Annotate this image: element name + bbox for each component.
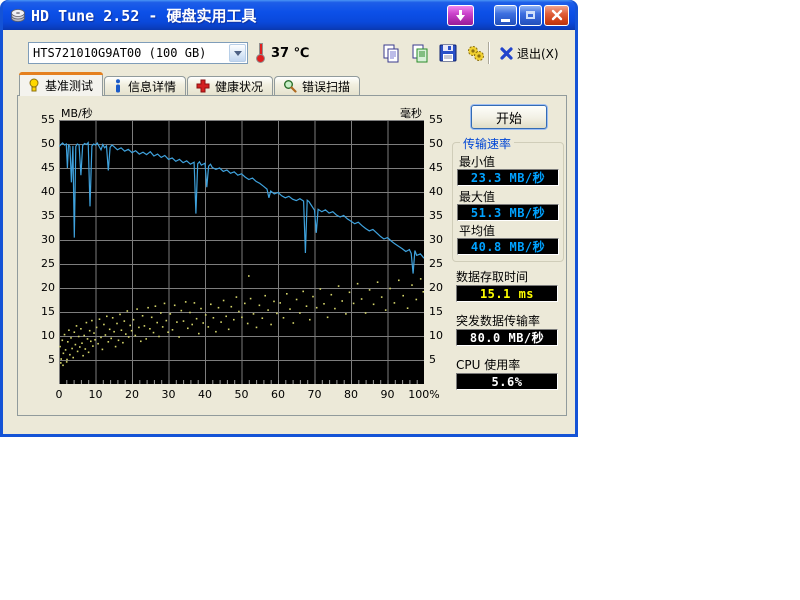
title-bar: HD Tune 2.52 - 硬盘实用工具 bbox=[3, 0, 575, 30]
window-title: HD Tune 2.52 - 硬盘实用工具 bbox=[31, 5, 447, 26]
exit-button[interactable]: 退出(X) bbox=[495, 40, 563, 66]
transfer-rate-group-title: 传输速率 bbox=[460, 135, 514, 152]
y-axis-tick-right: 25 bbox=[429, 257, 455, 270]
y-axis-tick-left: 5 bbox=[29, 353, 55, 366]
y-axis-tick-right: 20 bbox=[429, 281, 455, 294]
health-cross-icon bbox=[196, 79, 210, 93]
y-axis-tick-left: 25 bbox=[29, 257, 55, 270]
tab-info[interactable]: 信息详情 bbox=[104, 76, 186, 96]
y-axis-tick-left: 35 bbox=[29, 209, 55, 222]
x-axis-tick: 60 bbox=[258, 388, 298, 401]
max-value: 51.3 MB/秒 bbox=[457, 204, 559, 221]
y-axis-tick-left: 10 bbox=[29, 329, 55, 342]
drive-select-value: HTS721010G9AT00 (100 GB) bbox=[29, 46, 229, 60]
y-axis-tick-left: 20 bbox=[29, 281, 55, 294]
tab-bar: 基准测试 信息详情 健康状况 错误扫描 bbox=[19, 72, 361, 96]
y-axis-tick-left: 55 bbox=[29, 113, 55, 126]
y-axis-tick-left: 15 bbox=[29, 305, 55, 318]
min-label: 最小值 bbox=[459, 153, 495, 170]
exit-label: 退出(X) bbox=[517, 45, 559, 62]
right-axis-title: 毫秒 bbox=[400, 105, 422, 121]
y-axis-tick-left: 50 bbox=[29, 137, 55, 150]
y-axis-tick-left: 30 bbox=[29, 233, 55, 246]
toolbar-separator bbox=[488, 42, 490, 64]
benchmark-tab-panel: MB/秒 毫秒 55101015152020252530303535404045… bbox=[17, 95, 567, 416]
app-window: HD Tune 2.52 - 硬盘实用工具 HTS721010G9AT00 (1… bbox=[0, 0, 578, 437]
start-button[interactable]: 开始 bbox=[471, 105, 547, 129]
magnifier-icon bbox=[283, 79, 297, 93]
tab-benchmark-label: 基准测试 bbox=[45, 77, 93, 94]
tab-error-scan[interactable]: 错误扫描 bbox=[274, 76, 360, 96]
y-axis-tick-right: 5 bbox=[429, 353, 455, 366]
x-axis-tick: 50 bbox=[222, 388, 262, 401]
x-axis-tick: 100% bbox=[404, 388, 444, 401]
minimize-button[interactable] bbox=[494, 5, 517, 26]
left-axis-title: MB/秒 bbox=[61, 105, 93, 121]
temperature-readout: 37 ℃ bbox=[271, 46, 309, 61]
plot-area bbox=[59, 120, 424, 384]
max-label: 最大值 bbox=[459, 188, 495, 205]
min-value: 23.3 MB/秒 bbox=[457, 169, 559, 186]
burst-rate-label: 突发数据传输率 bbox=[456, 312, 540, 329]
drive-select[interactable]: HTS721010G9AT00 (100 GB) bbox=[28, 42, 248, 64]
x-axis-tick: 20 bbox=[112, 388, 152, 401]
info-icon bbox=[113, 79, 123, 93]
close-icon bbox=[551, 9, 563, 21]
minimize-icon bbox=[501, 19, 510, 22]
copy-button[interactable] bbox=[378, 40, 404, 66]
tab-info-label: 信息详情 bbox=[128, 78, 176, 95]
y-axis-tick-right: 10 bbox=[429, 329, 455, 342]
down-arrow-icon bbox=[454, 9, 467, 22]
minor-ticks bbox=[67, 380, 417, 384]
save-button[interactable] bbox=[435, 40, 461, 66]
avg-value: 40.8 MB/秒 bbox=[457, 238, 559, 255]
access-time-value: 15.1 ms bbox=[456, 285, 558, 302]
save-icon bbox=[438, 43, 458, 63]
tab-benchmark[interactable]: 基准测试 bbox=[19, 72, 103, 96]
y-axis-tick-right: 15 bbox=[429, 305, 455, 318]
maximize-icon bbox=[526, 11, 535, 19]
gridlines bbox=[59, 120, 424, 384]
y-axis-tick-left: 40 bbox=[29, 185, 55, 198]
access-time-label: 数据存取时间 bbox=[456, 268, 528, 285]
close-button[interactable] bbox=[544, 5, 569, 26]
client-area: HTS721010G9AT00 (100 GB) 37 ℃ bbox=[3, 30, 575, 434]
options-button[interactable] bbox=[463, 40, 489, 66]
maximize-button[interactable] bbox=[519, 5, 542, 26]
cpu-usage-label: CPU 使用率 bbox=[456, 356, 520, 373]
avg-label: 平均值 bbox=[459, 222, 495, 239]
app-hard-disk-icon bbox=[10, 7, 26, 23]
tab-error-scan-label: 错误扫描 bbox=[302, 78, 350, 95]
copy-icon bbox=[381, 43, 401, 63]
tab-health[interactable]: 健康状况 bbox=[187, 76, 273, 96]
x-axis-tick: 0 bbox=[39, 388, 79, 401]
exit-x-icon bbox=[499, 46, 514, 61]
x-axis-tick: 80 bbox=[331, 388, 371, 401]
drive-select-arrow-button[interactable] bbox=[229, 44, 246, 62]
tab-health-label: 健康状况 bbox=[215, 78, 263, 95]
x-axis-tick: 70 bbox=[295, 388, 335, 401]
download-button[interactable] bbox=[447, 5, 474, 26]
copy-info-button[interactable] bbox=[407, 40, 433, 66]
options-gears-icon bbox=[466, 43, 486, 63]
y-axis-tick-left: 45 bbox=[29, 161, 55, 174]
transfer-rate-group: 传输速率 最小值 23.3 MB/秒 最大值 51.3 MB/秒 平均值 40.… bbox=[452, 142, 564, 262]
y-axis-tick-right: 55 bbox=[429, 113, 455, 126]
burst-rate-value: 80.0 MB/秒 bbox=[456, 329, 558, 346]
benchmark-bulb-icon bbox=[28, 78, 40, 92]
x-axis-tick: 40 bbox=[185, 388, 225, 401]
copy-info-icon bbox=[410, 43, 430, 63]
x-axis-tick: 30 bbox=[149, 388, 189, 401]
x-axis-tick: 10 bbox=[76, 388, 116, 401]
x-axis-tick: 90 bbox=[368, 388, 408, 401]
thermometer-icon bbox=[256, 43, 266, 63]
cpu-usage-value: 5.6% bbox=[456, 373, 558, 390]
chevron-down-icon bbox=[234, 51, 242, 56]
